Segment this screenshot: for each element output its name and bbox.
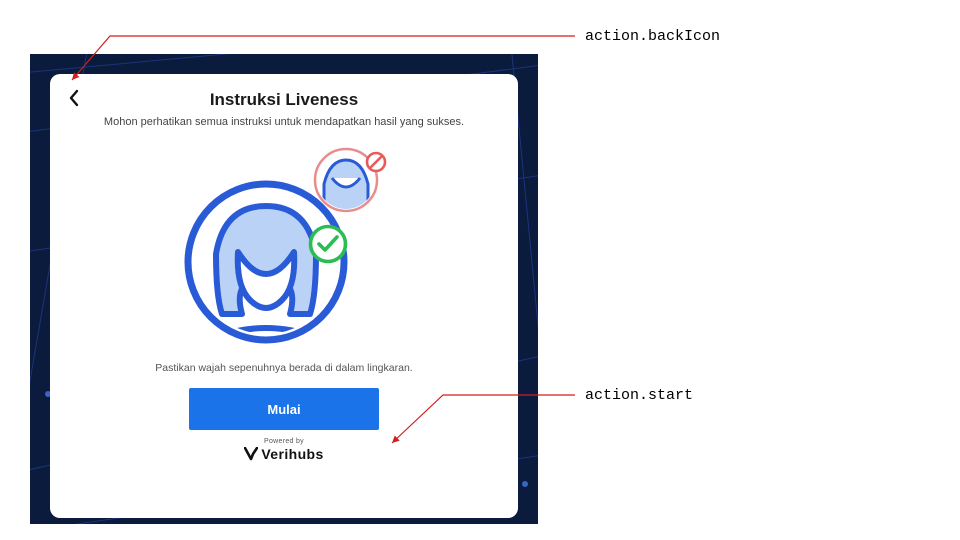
stage-background: Instruksi Liveness Mohon perhatikan semu… bbox=[30, 54, 538, 524]
powered-by: Powered by Verihubs bbox=[244, 438, 323, 466]
back-button[interactable] bbox=[62, 86, 86, 110]
start-button[interactable]: Mulai bbox=[189, 388, 379, 430]
no-entry-icon bbox=[366, 152, 386, 172]
face-illustration bbox=[164, 142, 404, 352]
powered-by-label: Powered by bbox=[244, 438, 323, 445]
annotation-back: action.backIcon bbox=[585, 28, 720, 45]
chevron-left-icon bbox=[67, 89, 81, 107]
verihubs-mark-icon bbox=[244, 447, 258, 461]
liveness-card: Instruksi Liveness Mohon perhatikan semu… bbox=[50, 74, 518, 518]
card-title: Instruksi Liveness bbox=[210, 90, 358, 110]
annotation-start: action.start bbox=[585, 387, 693, 404]
card-subtitle: Mohon perhatikan semua instruksi untuk m… bbox=[104, 116, 464, 128]
check-icon bbox=[309, 225, 347, 263]
brand-name: Verihubs bbox=[261, 446, 323, 462]
brand-logo: Verihubs bbox=[244, 446, 323, 462]
instruction-hint: Pastikan wajah sepenuhnya berada di dala… bbox=[155, 362, 412, 374]
